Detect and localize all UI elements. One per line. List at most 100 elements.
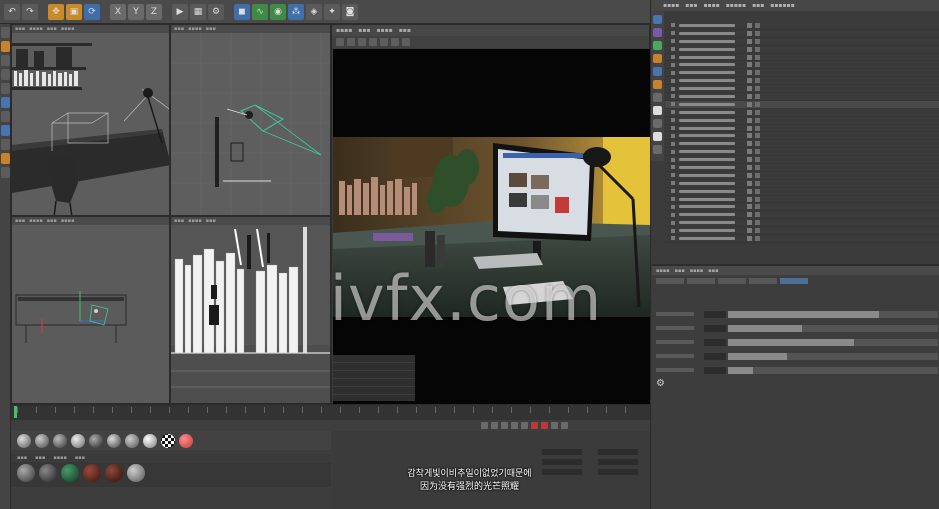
spline-icon[interactable]: ∿ <box>252 3 268 20</box>
zoom-icon[interactable] <box>380 38 388 46</box>
z-axis-icon[interactable]: Z <box>146 3 162 20</box>
keyframe-icon[interactable] <box>551 422 558 429</box>
list-item[interactable] <box>665 117 939 125</box>
tab-active[interactable] <box>780 278 808 284</box>
attribute-slider[interactable] <box>656 366 938 376</box>
render-canvas[interactable] <box>333 49 650 404</box>
model-mode-icon[interactable] <box>1 27 10 38</box>
coord-field[interactable] <box>542 449 582 455</box>
layers-tab-icon[interactable] <box>653 67 662 76</box>
list-item[interactable] <box>665 77 939 86</box>
viewport-right[interactable]: ▪▪▪ ▪▪▪▪ ▪▪▪ ▪▪▪▪ <box>11 216 170 404</box>
list-item[interactable] <box>665 196 939 204</box>
attribute-slider[interactable] <box>656 352 938 362</box>
viewport-menu[interactable]: ▪▪▪ ▪▪▪▪ ▪▪▪ <box>171 25 330 33</box>
list-item[interactable] <box>665 125 939 133</box>
light-icon[interactable]: ✦ <box>324 3 340 20</box>
takes-tab-icon[interactable] <box>653 28 662 37</box>
camera-icon[interactable]: ◙ <box>342 3 358 20</box>
render-icon[interactable]: ▶ <box>172 3 188 20</box>
list-item[interactable] <box>665 219 939 228</box>
x-axis-icon[interactable]: X <box>110 3 126 20</box>
object-manager-menu[interactable]: ▪▪▪▪ ▪▪▪ ▪▪▪▪ ▪▪▪▪▪ ▪▪▪ ▪▪▪▪▪▪ <box>651 0 939 11</box>
list-item[interactable] <box>665 156 939 165</box>
material-ball-3[interactable] <box>53 433 67 448</box>
list-item[interactable] <box>665 38 939 46</box>
list-item[interactable] <box>665 132 939 141</box>
history-icon[interactable] <box>653 145 662 154</box>
polygons-mode-icon[interactable] <box>1 83 10 94</box>
nurbs-icon[interactable]: ◉ <box>270 3 286 20</box>
list-item[interactable] <box>665 211 939 220</box>
viewport-menu[interactable]: ▪▪▪ ▪▪▪▪ ▪▪▪ <box>171 217 330 225</box>
tab-details[interactable] <box>749 278 777 284</box>
deformer-icon[interactable]: ◈ <box>306 3 322 20</box>
viewport-menu[interactable]: ▪▪▪ ▪▪▪▪ ▪▪▪ ▪▪▪▪ <box>12 25 169 33</box>
scale-icon[interactable]: ▣ <box>66 3 82 20</box>
picture-viewer-menu[interactable]: ▪▪▪▪ ▪▪▪ ▪▪▪▪ ▪▪▪ <box>332 25 649 36</box>
fit-icon[interactable] <box>391 38 399 46</box>
structure-tab-icon[interactable] <box>653 54 662 63</box>
goto-start-icon[interactable] <box>481 422 488 429</box>
material-tabs[interactable]: ▪▪▪ ▪▪▪ ▪▪▪▪ ▪▪▪ <box>11 454 331 461</box>
list-item[interactable] <box>665 30 939 38</box>
material-ball-6[interactable] <box>107 433 121 448</box>
list-item[interactable] <box>665 227 939 236</box>
undo-icon[interactable]: ↶ <box>4 3 20 20</box>
material-ball-2[interactable] <box>35 433 49 448</box>
list-item[interactable] <box>665 22 939 30</box>
list-item[interactable] <box>665 61 939 70</box>
attribute-slider[interactable] <box>656 310 938 320</box>
coord-field[interactable] <box>598 449 638 455</box>
list-item[interactable] <box>665 164 939 172</box>
copy-image-icon[interactable] <box>358 38 366 46</box>
redo-icon[interactable]: ↷ <box>22 3 38 20</box>
content-browser-icon[interactable] <box>653 41 662 50</box>
material-ball-4[interactable] <box>71 433 85 448</box>
list-item[interactable] <box>665 188 939 196</box>
cube-icon[interactable]: ◼ <box>234 3 250 20</box>
playhead[interactable] <box>14 406 17 418</box>
snapping-icon[interactable] <box>1 125 10 136</box>
attribute-slider[interactable] <box>656 338 938 348</box>
render-settings-icon[interactable]: ⚙ <box>208 3 224 20</box>
viewport-top[interactable]: ▪▪▪ ▪▪▪▪ ▪▪▪ <box>170 24 331 216</box>
coord-field[interactable] <box>542 459 582 465</box>
material-ball-10[interactable] <box>179 433 193 448</box>
list-item[interactable] <box>665 140 939 149</box>
render-region-icon[interactable] <box>336 38 344 46</box>
list-item[interactable] <box>665 46 939 54</box>
play-icon[interactable] <box>501 422 508 429</box>
tags-tab-icon[interactable] <box>653 80 662 89</box>
next-frame-icon[interactable] <box>511 422 518 429</box>
list-item[interactable] <box>665 148 939 157</box>
record-icon[interactable] <box>531 422 538 429</box>
viewport-perspective[interactable]: ▪▪▪ ▪▪▪▪ ▪▪▪ ▪▪▪▪ <box>11 24 170 216</box>
array-icon[interactable]: ⁂ <box>288 3 304 20</box>
lock-icon[interactable] <box>1 167 10 178</box>
object-list[interactable] <box>665 22 939 262</box>
material-ball-5[interactable] <box>89 433 103 448</box>
render-view-icon[interactable]: ▦ <box>190 3 206 20</box>
list-item[interactable] <box>665 69 939 78</box>
list-item[interactable] <box>665 109 939 117</box>
save-image-icon[interactable] <box>347 38 355 46</box>
tweak-mode-icon[interactable] <box>1 111 10 122</box>
tab-object[interactable] <box>718 278 746 284</box>
render-tab-icon[interactable] <box>653 93 662 102</box>
timeline[interactable] <box>11 404 650 420</box>
pin-icon[interactable] <box>653 132 662 141</box>
motion-icon[interactable] <box>561 422 568 429</box>
hud-icon[interactable] <box>653 106 662 115</box>
coord-field[interactable] <box>598 459 638 465</box>
material-ball-8[interactable] <box>143 433 157 448</box>
rotate-icon[interactable]: ⟳ <box>84 3 100 20</box>
material-ball-7[interactable] <box>125 433 139 448</box>
list-item[interactable] <box>665 172 939 180</box>
list-item[interactable] <box>665 93 939 101</box>
workplane-mode-icon[interactable] <box>1 139 10 150</box>
list-item[interactable] <box>665 54 939 62</box>
points-mode-icon[interactable] <box>1 55 10 66</box>
edges-mode-icon[interactable] <box>1 69 10 80</box>
list-item[interactable] <box>665 235 939 243</box>
